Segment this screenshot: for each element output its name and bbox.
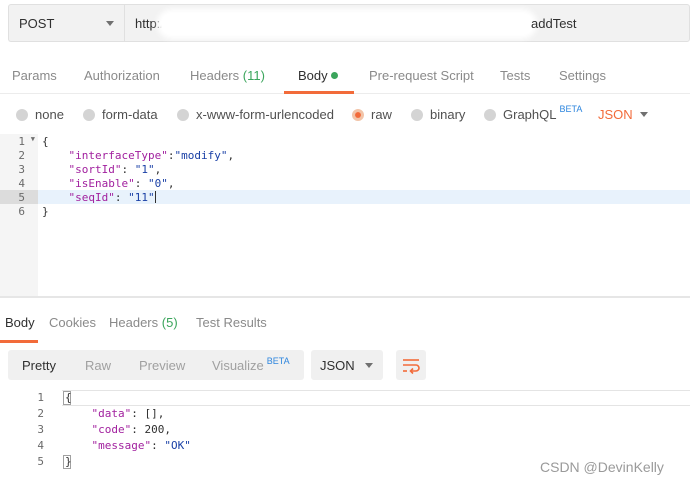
code-line: "isEnable": "0", bbox=[68, 177, 175, 190]
body-indicator-dot bbox=[330, 72, 338, 79]
code-line: "code": 200, bbox=[91, 423, 172, 436]
tab-tests[interactable]: Tests bbox=[500, 68, 530, 83]
radio-raw-selected[interactable] bbox=[352, 108, 364, 121]
text-cursor bbox=[154, 191, 156, 203]
option-none-label: none bbox=[35, 107, 64, 122]
code-line: "data": [], bbox=[91, 407, 165, 420]
tab-authorization[interactable]: Authorization bbox=[84, 68, 160, 83]
tab-response-headers-label: Headers bbox=[109, 315, 159, 330]
tab-settings[interactable]: Settings bbox=[559, 68, 606, 83]
line-number: 6 bbox=[18, 205, 25, 218]
tab-response-headers-count: (5) bbox=[161, 315, 178, 330]
tab-params[interactable]: Params bbox=[12, 68, 57, 83]
radio-graphql[interactable] bbox=[484, 108, 496, 121]
code-line: "message": "OK" bbox=[91, 439, 191, 452]
response-toolbar: Pretty Raw Preview Visualize BETA JSON bbox=[8, 350, 690, 380]
url-input[interactable]: http:/ addTest bbox=[124, 4, 690, 42]
radio-form-data[interactable] bbox=[83, 108, 95, 121]
tab-headers[interactable]: Headers (11) bbox=[190, 68, 265, 83]
visualize-label: Visualize bbox=[212, 358, 264, 373]
request-url-bar: POST http:/ addTest bbox=[8, 4, 690, 42]
code-line: "seqId": "11" bbox=[68, 191, 156, 204]
view-preview-button[interactable]: Preview bbox=[139, 358, 185, 373]
code-line: } bbox=[65, 455, 72, 468]
chevron-down-icon bbox=[106, 20, 114, 26]
response-view-modes: Pretty Raw Preview Visualize BETA bbox=[8, 350, 304, 380]
radio-none[interactable] bbox=[16, 108, 28, 121]
option-urlencoded-label: x-www-form-urlencoded bbox=[196, 107, 334, 122]
tab-test-results[interactable]: Test Results bbox=[196, 315, 267, 330]
tab-body-label: Body bbox=[298, 68, 328, 83]
line-number: 1 ▼ bbox=[18, 135, 35, 148]
line-number: 3 bbox=[18, 163, 25, 176]
method-select[interactable]: POST bbox=[8, 4, 124, 42]
view-visualize-button[interactable]: Visualize BETA bbox=[212, 356, 290, 373]
url-redaction bbox=[161, 13, 533, 35]
graphql-beta-badge: BETA bbox=[559, 103, 583, 114]
response-tabs: Body Cookies Headers (5) Test Results bbox=[0, 310, 690, 343]
line-number: 2 bbox=[37, 407, 44, 420]
option-raw-label: raw bbox=[371, 107, 392, 122]
method-label: POST bbox=[19, 15, 55, 31]
chevron-down-icon bbox=[365, 363, 373, 368]
tab-cookies[interactable]: Cookies bbox=[49, 315, 96, 330]
option-form-data[interactable]: form-data bbox=[83, 107, 158, 122]
body-format-select[interactable]: JSON bbox=[598, 107, 633, 122]
pane-resize-handle[interactable] bbox=[0, 296, 690, 298]
visualize-beta-badge: BETA bbox=[266, 356, 290, 366]
line-number: 3 bbox=[37, 423, 44, 436]
request-tabs: Params Authorization Headers (11) Body P… bbox=[0, 60, 690, 94]
active-tab-indicator bbox=[284, 91, 354, 94]
tab-response-body[interactable]: Body bbox=[5, 315, 35, 330]
wrap-lines-icon bbox=[403, 359, 420, 375]
watermark: CSDN @DevinKelly bbox=[540, 459, 664, 475]
tab-headers-label: Headers bbox=[190, 68, 240, 83]
response-format-select[interactable]: JSON bbox=[311, 350, 383, 380]
option-binary-label: binary bbox=[430, 107, 466, 122]
code-line: } bbox=[42, 205, 49, 218]
line-number: 4 bbox=[18, 177, 25, 190]
code-line: { bbox=[65, 391, 72, 404]
url-suffix: addTest bbox=[531, 15, 577, 31]
tab-response-headers[interactable]: Headers (5) bbox=[109, 315, 178, 330]
line-number: 1 bbox=[37, 391, 44, 404]
option-urlencoded[interactable]: x-www-form-urlencoded bbox=[177, 107, 334, 122]
view-pretty-button[interactable]: Pretty bbox=[22, 358, 56, 373]
code-line: "sortId": "1", bbox=[68, 163, 162, 176]
tab-pre-request-script[interactable]: Pre-request Script bbox=[369, 68, 474, 83]
request-body-editor[interactable]: 1 ▼ 2 3 4 5 6 { "interfaceType":"modify",… bbox=[0, 134, 690, 296]
option-binary[interactable]: binary bbox=[411, 107, 465, 122]
body-type-options: none form-data x-www-form-urlencoded raw… bbox=[0, 100, 690, 130]
tab-headers-count: (11) bbox=[242, 68, 265, 83]
wrap-lines-button[interactable] bbox=[396, 350, 426, 380]
response-format-label: JSON bbox=[320, 357, 355, 373]
option-form-data-label: form-data bbox=[102, 107, 158, 122]
option-raw[interactable]: raw bbox=[352, 107, 392, 122]
radio-binary[interactable] bbox=[411, 108, 423, 121]
radio-urlencoded[interactable] bbox=[177, 108, 189, 121]
option-graphql-label: GraphQL bbox=[503, 107, 557, 122]
active-line-highlight bbox=[62, 390, 690, 406]
option-graphql[interactable]: GraphQL BETA bbox=[484, 103, 583, 122]
view-raw-button[interactable]: Raw bbox=[85, 358, 111, 373]
line-number: 5 bbox=[18, 191, 25, 204]
url-prefix: http:/ bbox=[135, 15, 164, 31]
line-number: 4 bbox=[37, 439, 44, 452]
code-line: { bbox=[42, 135, 49, 148]
fold-arrow-icon[interactable]: ▼ bbox=[31, 135, 35, 143]
chevron-down-icon[interactable] bbox=[640, 112, 648, 117]
tab-body[interactable]: Body bbox=[298, 68, 338, 83]
line-number: 5 bbox=[37, 455, 44, 468]
active-response-tab-indicator bbox=[0, 340, 38, 343]
line-number: 2 bbox=[18, 149, 25, 162]
option-none[interactable]: none bbox=[16, 107, 64, 122]
code-line: "interfaceType":"modify", bbox=[68, 149, 235, 162]
